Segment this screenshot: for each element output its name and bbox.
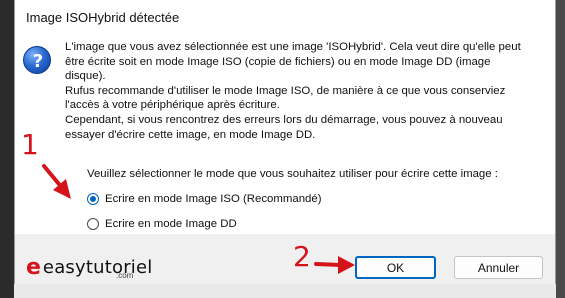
arrow-step-1-icon xyxy=(42,164,71,199)
logo-suffix: .com xyxy=(116,271,134,280)
logo-name: easytutoriel xyxy=(42,256,153,278)
easytutoriel-logo: e easytutoriel .com xyxy=(26,252,152,282)
arrow-step-2-icon xyxy=(314,256,355,274)
logo-letter: e xyxy=(26,254,41,280)
